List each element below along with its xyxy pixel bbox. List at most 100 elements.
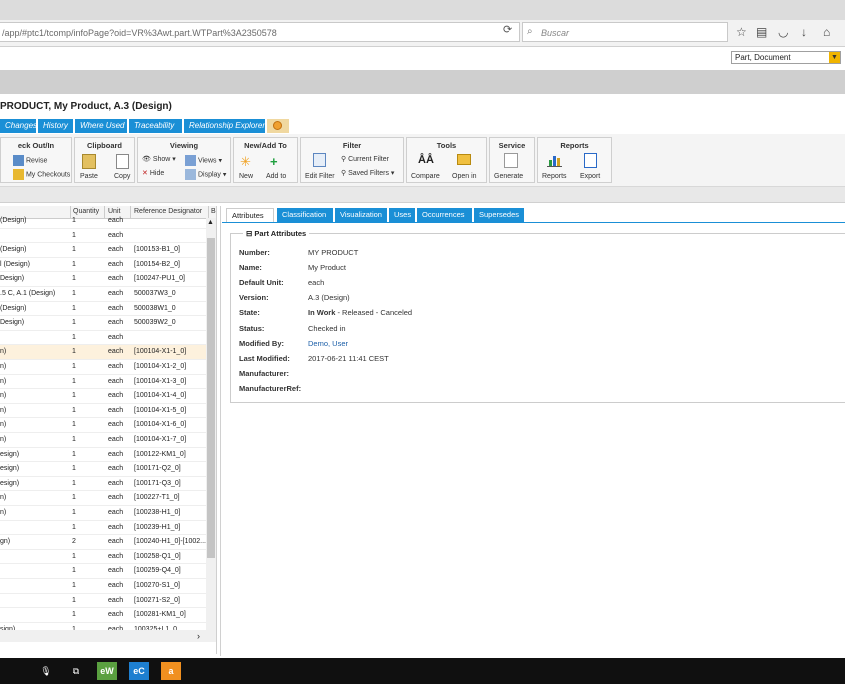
add-tab-button[interactable] [267,119,289,133]
table-row[interactable]: n) 1 each [100104-X1-4_0] [0,389,206,404]
table-row[interactable]: n) 1 each [100104-X1-2_0] [0,360,206,375]
table-row[interactable]: 1 each [100281-KM1_0] [0,608,206,623]
table-row[interactable]: l (Design) 1 each [100154-B2_0] [0,258,206,273]
table-row[interactable]: Design) 1 each [100247-PU1_0] [0,272,206,287]
edit-filter-icon[interactable] [313,153,326,167]
vertical-scrollbar[interactable]: ▲ [206,218,216,642]
table-row[interactable]: (Design) 1 each [100153-B1_0] [0,243,206,258]
generate-button[interactable]: Generate [494,173,523,180]
cell-quantity: 1 [72,567,76,575]
copy-icon[interactable] [116,154,129,169]
table-row[interactable]: .5 C, A.1 (Design) 1 each 500037W3_0 [0,287,206,302]
chevron-down-icon[interactable]: ▼ [829,52,840,63]
part-attributes-header[interactable]: ⊟ Part Attributes [243,229,310,238]
table-row[interactable]: esign) 1 each [100122-KM1_0] [0,448,206,463]
tab-changes[interactable]: Changes [0,119,37,133]
scroll-thumb[interactable] [207,238,215,558]
home-icon[interactable]: ⌂ [823,25,830,39]
tab-traceability[interactable]: Traceability [129,119,183,133]
paste-button[interactable]: Paste [80,173,98,180]
cell-quantity: 1 [72,377,76,385]
export-icon[interactable] [584,153,597,168]
tab-uses[interactable]: Uses [389,208,416,222]
modified-by-link[interactable]: Demo, User [308,339,348,348]
table-row[interactable]: n) 1 each [100104-X1-1_0] [0,345,206,360]
open-in-button[interactable]: Open in [452,173,477,180]
table-row[interactable]: 1 each [100258-Q1_0] [0,550,206,565]
browser-search-input[interactable]: ⌕ Buscar [522,22,728,42]
scroll-up-icon[interactable]: ▲ [207,219,214,226]
microphone-icon[interactable]: 🎙 [36,662,56,680]
new-button[interactable]: New [239,173,253,180]
show-button[interactable]: 👁 Show ▾ [142,155,176,163]
table-row[interactable]: n) 1 each [100104-X1-6_0] [0,418,206,433]
url-text: /app/#ptc1/tcomp/infoPage?oid=VR%3Awt.pa… [2,28,277,38]
horizontal-scrollbar[interactable]: › [0,630,216,642]
col-b[interactable]: B [211,208,216,215]
generate-icon[interactable] [504,153,518,168]
taskbar-app-ew[interactable]: eW [97,662,117,680]
taskbar-app-a[interactable]: a [161,662,181,680]
table-row[interactable]: esign) 1 each [100171-Q3_0] [0,477,206,492]
table-row[interactable]: n) 1 each [100104-X1-5_0] [0,404,206,419]
tab-visualization[interactable]: Visualization [335,208,388,222]
paste-icon[interactable] [82,154,96,169]
scroll-right-icon[interactable]: › [197,631,200,641]
current-filter-button[interactable]: ⚲ Current Filter [341,155,389,163]
table-row[interactable]: n) 1 each [100104-X1-3_0] [0,375,206,390]
table-row[interactable]: esign) 1 each [100171-Q2_0] [0,462,206,477]
compare-icon[interactable]: ÅÅ [418,154,434,166]
export-button[interactable]: Export [580,173,600,180]
tab-history[interactable]: History [38,119,74,133]
table-row[interactable]: n) 1 each [100238-H1_0] [0,506,206,521]
task-view-icon[interactable]: ⧉ [66,662,86,680]
table-row[interactable]: (Design) 1 each 500038W1_0 [0,302,206,317]
reload-icon[interactable]: ⟳ [503,23,512,36]
download-icon[interactable]: ↓ [801,25,807,39]
table-row[interactable]: sign) 1 each 100325+L1_0 [0,623,206,630]
panel-divider[interactable] [220,206,221,656]
table-row[interactable]: 1 each [0,229,206,244]
tab-relationship-explorer[interactable]: Relationship Explorer [184,119,266,133]
table-row[interactable]: gn) 2 each [100240-H1_0]-[1002... [0,535,206,550]
tab-where-used[interactable]: Where Used [75,119,128,133]
table-row[interactable]: n) 1 each [100104-X1-7_0] [0,433,206,448]
pocket-icon[interactable]: ◡ [778,25,788,39]
add-to-icon[interactable]: + [270,154,278,169]
new-sparkle-icon[interactable]: ✳ [240,154,251,170]
open-in-folder-icon[interactable] [457,154,471,165]
add-to-button[interactable]: Add to [266,173,286,180]
type-select[interactable]: Part, Document ▼ [731,51,841,64]
taskbar-app-ec[interactable]: eC [129,662,149,680]
table-row[interactable]: 1 each [100259-Q4_0] [0,564,206,579]
views-button[interactable]: Views ▾ [185,155,222,166]
tab-occurrences[interactable]: Occurrences [417,208,473,222]
compare-button[interactable]: Compare [411,173,440,180]
table-row[interactable]: n) 1 each [100227-T1_0] [0,491,206,506]
part-attributes-title: Part Attributes [254,229,307,238]
cell-unit: each [108,290,124,297]
edit-filter-button[interactable]: Edit Filter [305,173,335,180]
bookmark-star-icon[interactable]: ☆ [736,25,747,39]
table-row[interactable]: 1 each [100270-S1_0] [0,579,206,594]
tab-classification[interactable]: Classification [277,208,334,222]
table-row[interactable]: 1 each [0,331,206,346]
table-row[interactable]: 1 each [100271-S2_0] [0,594,206,609]
address-bar[interactable]: /app/#ptc1/tcomp/infoPage?oid=VR%3Awt.pa… [0,22,520,42]
tab-attributes[interactable]: Attributes [226,208,274,222]
table-row[interactable]: 1 each [100239-H1_0] [0,521,206,536]
reports-button[interactable]: Reports [542,173,567,180]
display-button[interactable]: Display ▾ [185,169,226,180]
table-row[interactable]: Design) 1 each 500039W2_0 [0,316,206,331]
hide-button[interactable]: ✕ Hide [142,169,164,177]
reading-list-icon[interactable]: ▤ [756,25,767,39]
revise-button[interactable]: Revise [13,155,47,166]
my-checkouts-button[interactable]: My Checkouts [13,169,70,180]
tab-supersedes[interactable]: Supersedes [474,208,525,222]
value-name: My Product [308,263,346,272]
cell-unit: each [108,479,124,487]
saved-filters-button[interactable]: ⚲ Saved Filters ▾ [341,169,394,177]
table-row[interactable]: (Design) 1 each [0,214,206,229]
reports-chart-icon[interactable] [547,154,562,167]
copy-button[interactable]: Copy [114,173,130,180]
